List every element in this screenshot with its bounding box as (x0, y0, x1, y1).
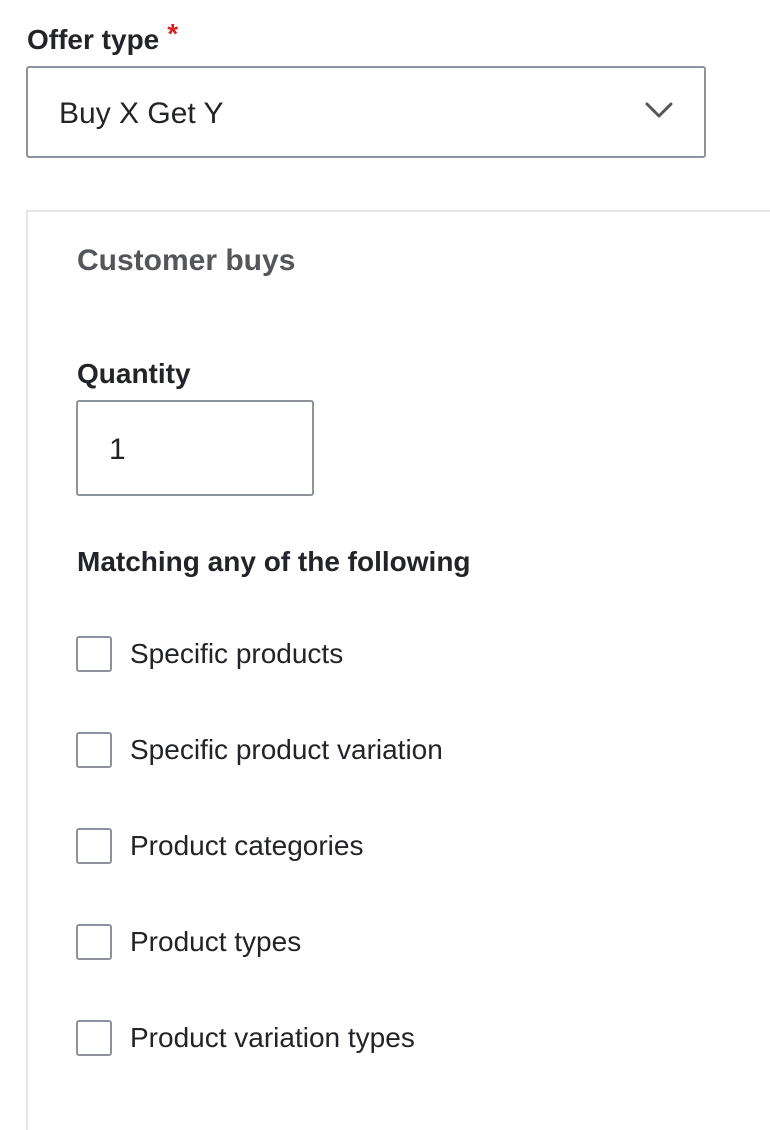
offer-type-selected-value: Buy X Get Y (59, 97, 224, 130)
checkbox-label[interactable]: Product types (130, 924, 301, 960)
offer-type-select[interactable]: Buy X Get Y (26, 66, 706, 158)
offer-type-label-text: Offer type (27, 24, 160, 55)
checkbox-label[interactable]: Product categories (130, 828, 363, 864)
required-marker: * (167, 18, 179, 49)
customer-buys-legend: Customer buys (77, 244, 296, 277)
checkbox[interactable] (76, 732, 112, 768)
checkbox-label[interactable]: Specific products (130, 636, 343, 672)
quantity-label: Quantity (77, 358, 191, 389)
checkbox[interactable] (76, 828, 112, 864)
checkbox[interactable] (76, 924, 112, 960)
checkbox-label[interactable]: Specific product variation (130, 732, 443, 768)
matching-label: Matching any of the following (77, 546, 471, 577)
checkbox-label[interactable]: Product variation types (130, 1020, 415, 1056)
quantity-input[interactable]: 1 (76, 400, 314, 496)
checkbox[interactable] (76, 636, 112, 672)
chevron-down-icon (645, 102, 673, 118)
quantity-value: 1 (109, 433, 126, 466)
checkbox[interactable] (76, 1020, 112, 1056)
offer-type-label: Offer type * (27, 18, 178, 58)
